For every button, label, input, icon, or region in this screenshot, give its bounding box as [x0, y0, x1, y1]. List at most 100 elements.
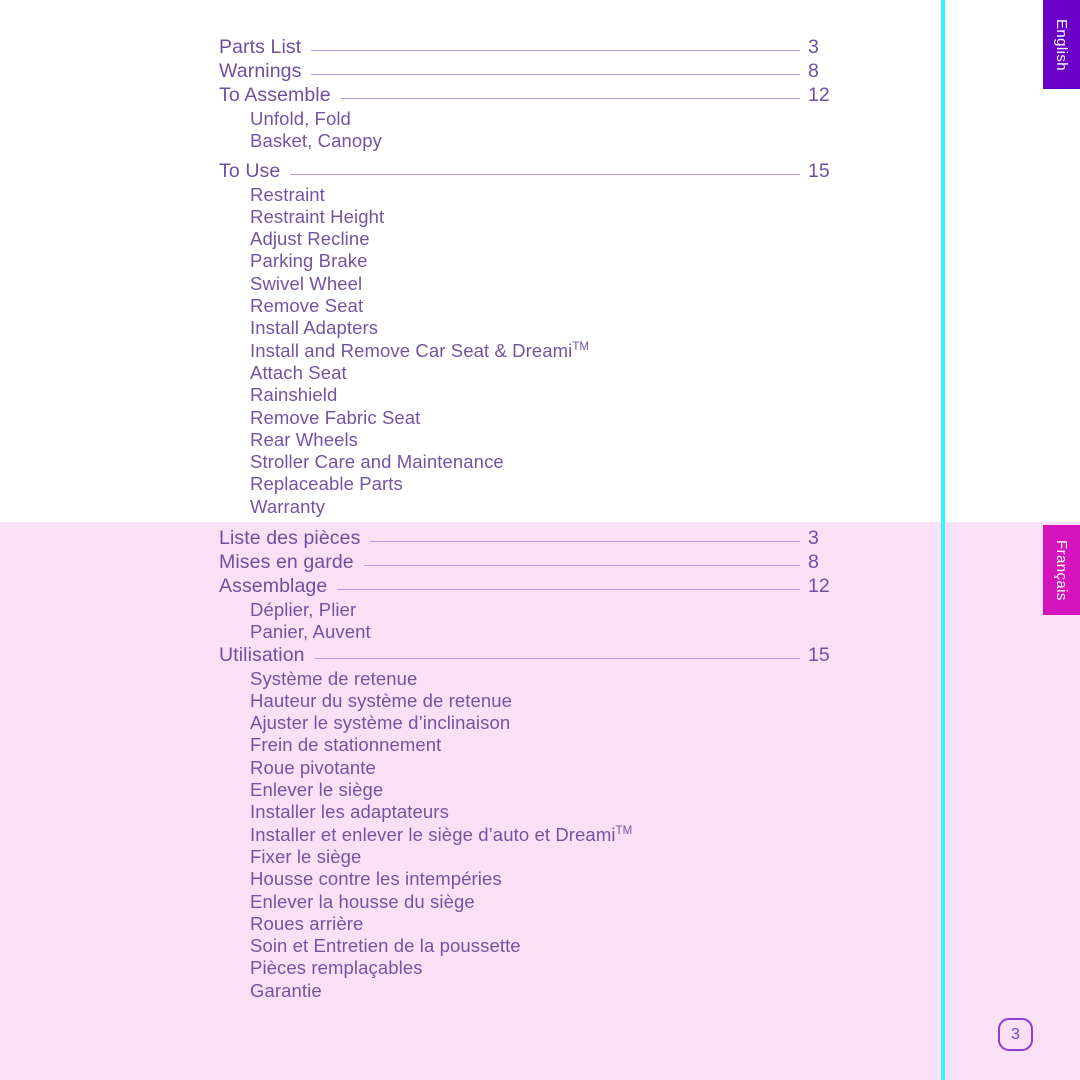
toc-leader-rule	[311, 74, 800, 75]
toc-leader-rule	[290, 173, 800, 175]
vertical-cyan-divider	[941, 0, 945, 1080]
toc-entry-label: Utilisation	[219, 643, 305, 666]
toc-entry-main[interactable]: Assemblage 12	[219, 575, 834, 599]
toc-entry-sub[interactable]: Install Adapters	[219, 317, 834, 339]
manual-page: English Français Parts List 3 Warnings 8 To …	[0, 0, 1080, 1080]
toc-entry-label: Panier, Auvent	[250, 621, 371, 643]
toc-entry-sub[interactable]: Déplier, Plier	[219, 599, 834, 621]
toc-entry-label: Restraint	[250, 183, 325, 205]
toc-leader-rule	[340, 98, 800, 99]
toc-entry-page-number: 8	[808, 551, 819, 573]
toc-entry-sub[interactable]: Install and Remove Car Seat & DreamiTM	[219, 340, 834, 362]
toc-entry-label: Swivel Wheel	[250, 272, 363, 294]
toc-entry-label: Garantie	[250, 979, 322, 1001]
toc-entry-sub[interactable]: Restraint	[219, 184, 834, 206]
toc-entry-sub[interactable]: Frein de stationnement	[219, 734, 834, 756]
toc-entry-page-number: 3	[808, 527, 819, 549]
toc-entry-sub[interactable]: Ajuster le système d’inclinaison	[219, 712, 834, 734]
toc-entry-sub[interactable]: Système de retenue	[219, 668, 834, 690]
toc-entry-label: Soin et Entretien de la poussette	[250, 935, 521, 957]
toc-entry-label: Hauteur du système de retenue	[250, 689, 513, 711]
toc-entry-sub[interactable]: Soin et Entretien de la poussette	[219, 935, 834, 957]
toc-entry-label: Installer et enlever le siège d’auto et …	[250, 823, 633, 845]
toc-entry-label: Liste des pièces	[219, 527, 361, 549]
toc-leader-rule	[311, 50, 800, 51]
toc-entry-main[interactable]: Utilisation 15	[219, 644, 834, 668]
toc-entry-label: Warnings	[219, 60, 302, 82]
toc-entry-label: Mises en garde	[219, 551, 354, 573]
toc-entry-sub[interactable]: Installer et enlever le siège d’auto et …	[219, 824, 834, 846]
toc-entry-label: Roues arrière	[250, 912, 364, 934]
toc-entry-sub[interactable]: Replaceable Parts	[219, 473, 834, 495]
toc-entry-sub[interactable]: Roues arrière	[219, 913, 834, 935]
toc-entry-sub[interactable]: Parking Brake	[219, 250, 834, 272]
toc-entry-label: Install Adapters	[250, 317, 379, 339]
toc-entry-sub[interactable]: Swivel Wheel	[219, 273, 834, 295]
toc-entry-sub[interactable]: Attach Seat	[219, 362, 834, 384]
toc-entry-label: To Use	[219, 159, 281, 182]
toc-entry-label: Rear Wheels	[250, 428, 359, 450]
toc-entry-label: Pièces remplaçables	[250, 957, 423, 979]
toc-entry-label: Remove Seat	[250, 295, 364, 317]
toc-entry-sub[interactable]: Installer les adaptateurs	[219, 801, 834, 823]
page-number-label: 3	[1011, 1025, 1020, 1043]
toc-entry-label: Unfold, Fold	[250, 108, 351, 129]
toc-entry-sub[interactable]: Panier, Auvent	[219, 621, 834, 643]
toc-entry-sub[interactable]: Roue pivotante	[219, 757, 834, 779]
toc-entry-label: Attach Seat	[250, 361, 347, 383]
toc-leader-rule	[363, 565, 800, 566]
toc-entry-label: Replaceable Parts	[250, 473, 403, 495]
toc-entry-label: Enlever le siège	[250, 779, 384, 801]
toc-leader-rule	[337, 589, 800, 590]
trademark-mark: TM	[572, 340, 589, 353]
toc-entry-sub[interactable]: Restraint Height	[219, 206, 834, 228]
toc-entry-page-number: 12	[808, 84, 830, 106]
language-tab-french[interactable]: Français	[1043, 525, 1080, 615]
toc-leader-rule	[314, 657, 800, 659]
toc-entry-sub[interactable]: Unfold, Fold	[219, 108, 834, 130]
toc-entry-label: Adjust Recline	[250, 228, 370, 250]
toc-entry-sub[interactable]: Hauteur du système de retenue	[219, 690, 834, 712]
table-of-contents-french: Liste des pièces 3 Mises en garde 8 Assembla…	[219, 527, 834, 1002]
toc-entry-sub[interactable]: Rainshield	[219, 384, 834, 406]
toc-entry-sub[interactable]: Remove Fabric Seat	[219, 407, 834, 429]
toc-entry-label: Housse contre les intempéries	[250, 868, 502, 890]
toc-entry-main[interactable]: To Assemble 12	[219, 84, 834, 108]
toc-entry-main[interactable]: Mises en garde 8	[219, 551, 834, 575]
toc-entry-sub[interactable]: Basket, Canopy	[219, 130, 834, 152]
toc-entry-page-number: 12	[808, 575, 830, 597]
trademark-mark: TM	[615, 824, 633, 837]
toc-entry-page-number: 3	[808, 36, 819, 58]
toc-entry-label: Installer les adaptateurs	[250, 801, 449, 823]
toc-entry-sub[interactable]: Remove Seat	[219, 295, 834, 317]
toc-entry-sub[interactable]: Adjust Recline	[219, 228, 834, 250]
toc-entry-sub[interactable]: Fixer le siège	[219, 846, 834, 868]
toc-entry-label: Fixer le siège	[250, 845, 362, 867]
toc-entry-sub[interactable]: Enlever le siège	[219, 779, 834, 801]
toc-entry-sub[interactable]: Stroller Care and Maintenance	[219, 451, 834, 473]
toc-entry-label: Parts List	[219, 36, 302, 58]
toc-entry-label: Remove Fabric Seat	[250, 406, 421, 428]
toc-entry-main[interactable]: Liste des pièces 3	[219, 527, 834, 551]
toc-entry-label: To Assemble	[219, 84, 331, 106]
toc-entry-label: Basket, Canopy	[250, 130, 383, 152]
toc-entry-label: Enlever la housse du siège	[250, 890, 475, 912]
toc-entry-sub[interactable]: Enlever la housse du siège	[219, 891, 834, 913]
toc-entry-main[interactable]: Parts List 3	[219, 36, 834, 60]
toc-entry-label: Warranty	[250, 495, 326, 517]
toc-entry-sub[interactable]: Garantie	[219, 980, 834, 1002]
language-tab-english[interactable]: English	[1043, 0, 1080, 89]
toc-entry-page-number: 15	[808, 159, 830, 182]
toc-entry-sub[interactable]: Rear Wheels	[219, 429, 834, 451]
toc-entry-label: Install and Remove Car Seat & DreamiTM	[250, 339, 589, 361]
toc-entry-label: Frein de stationnement	[250, 734, 442, 756]
toc-entry-sub[interactable]: Warranty	[219, 496, 834, 518]
toc-entry-main[interactable]: To Use 15	[219, 160, 834, 184]
toc-entry-sub[interactable]: Housse contre les intempéries	[219, 868, 834, 890]
toc-leader-rule	[370, 541, 800, 542]
toc-spacer	[219, 153, 834, 160]
toc-entry-page-number: 15	[808, 643, 830, 666]
toc-entry-sub[interactable]: Pièces remplaçables	[219, 957, 834, 979]
toc-entry-label: Roue pivotante	[250, 756, 376, 778]
toc-entry-main[interactable]: Warnings 8	[219, 60, 834, 84]
